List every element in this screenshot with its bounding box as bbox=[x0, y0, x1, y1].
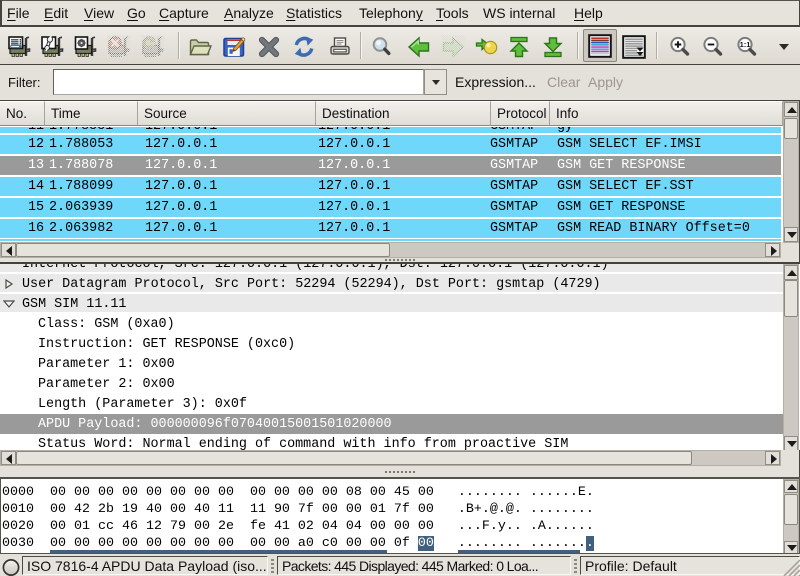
svg-text:1:1: 1:1 bbox=[740, 40, 751, 49]
